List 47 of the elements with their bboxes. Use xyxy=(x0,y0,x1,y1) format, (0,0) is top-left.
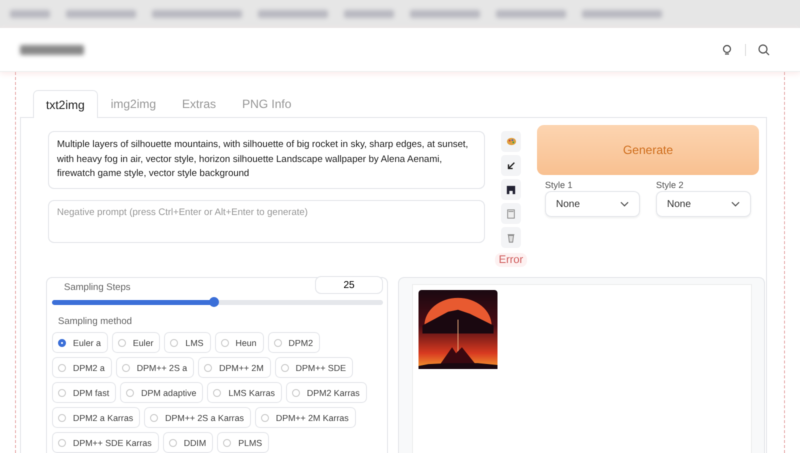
sampler-option[interactable]: DPM++ SDE xyxy=(274,357,354,378)
sampler-option[interactable]: Euler a xyxy=(52,332,108,353)
clipboard-icon xyxy=(506,208,516,218)
trash-icon xyxy=(506,232,516,242)
sampler-option[interactable]: DPM2 xyxy=(268,332,320,353)
sampler-option[interactable]: DPM fast xyxy=(52,382,116,403)
steps-number-field[interactable]: 25 xyxy=(315,276,383,294)
sampler-option[interactable]: DPM++ 2M xyxy=(198,357,271,378)
tab[interactable]: txt2img xyxy=(33,90,98,118)
arrow-button[interactable] xyxy=(501,155,521,176)
sampler-option[interactable]: DPM2 a Karras xyxy=(52,407,140,428)
sampler-option[interactable]: LMS xyxy=(164,332,211,353)
sampler-option[interactable]: DPM adaptive xyxy=(120,382,204,403)
sampler-option[interactable]: DPM2 a xyxy=(52,357,112,378)
negative-prompt-field[interactable]: Negative prompt (press Ctrl+Enter or Alt+Enter to generate) xyxy=(48,200,485,242)
slider-thumb[interactable] xyxy=(209,297,220,307)
steps-slider-track[interactable] xyxy=(52,300,383,305)
style-dropdown[interactable]: None xyxy=(656,191,751,217)
sampler-option[interactable]: Euler xyxy=(112,332,160,353)
style-label: Style 1 xyxy=(545,180,574,190)
save-icon xyxy=(506,184,516,194)
chevron-down-icon xyxy=(731,201,740,207)
sampler-option[interactable]: LMS Karras xyxy=(207,382,282,403)
clipboard-button[interactable] xyxy=(501,203,521,224)
sampler-option[interactable]: DPM++ 2S a xyxy=(116,357,194,378)
sampler-option[interactable]: DPM2 Karras xyxy=(286,382,367,403)
sampler-option[interactable]: DPM++ 2M Karras xyxy=(254,407,356,428)
chevron-down-icon xyxy=(620,201,629,207)
blurred-logo xyxy=(20,44,84,54)
style-label: Style 2 xyxy=(656,180,685,190)
sampler-option[interactable]: DPM++ SDE Karras xyxy=(52,432,159,453)
trash-button[interactable] xyxy=(501,227,521,248)
search-icon[interactable] xyxy=(758,44,770,56)
sampler-option[interactable]: PLMS xyxy=(217,432,270,453)
arrow-icon xyxy=(506,160,516,170)
style-dropdown[interactable]: None xyxy=(545,191,640,217)
sampler-option[interactable]: DDIM xyxy=(162,432,214,453)
prompt-field[interactable]: Multiple layers of silhouette mountains, with silhouette of big rocket in sky, sharp edges, at sunset, with heavy fog in air, vector style, horizon silhouette Landscape wallpaper by Alena Aenami, firewatch game style, vector style background xyxy=(48,131,485,188)
badge-icon[interactable] xyxy=(721,44,733,56)
sampler-option[interactable]: Heun xyxy=(214,332,264,353)
sampler-option[interactable]: DPM++ 2S a Karras xyxy=(144,407,251,428)
sunset-mountain-drawing[interactable] xyxy=(418,290,498,369)
error-status: Error xyxy=(494,253,528,267)
palette-icon xyxy=(506,136,516,147)
save-button[interactable] xyxy=(501,179,521,200)
sampling-method-label: Sampling method xyxy=(58,316,132,327)
sampling-steps-label: Sampling Steps xyxy=(64,282,131,292)
